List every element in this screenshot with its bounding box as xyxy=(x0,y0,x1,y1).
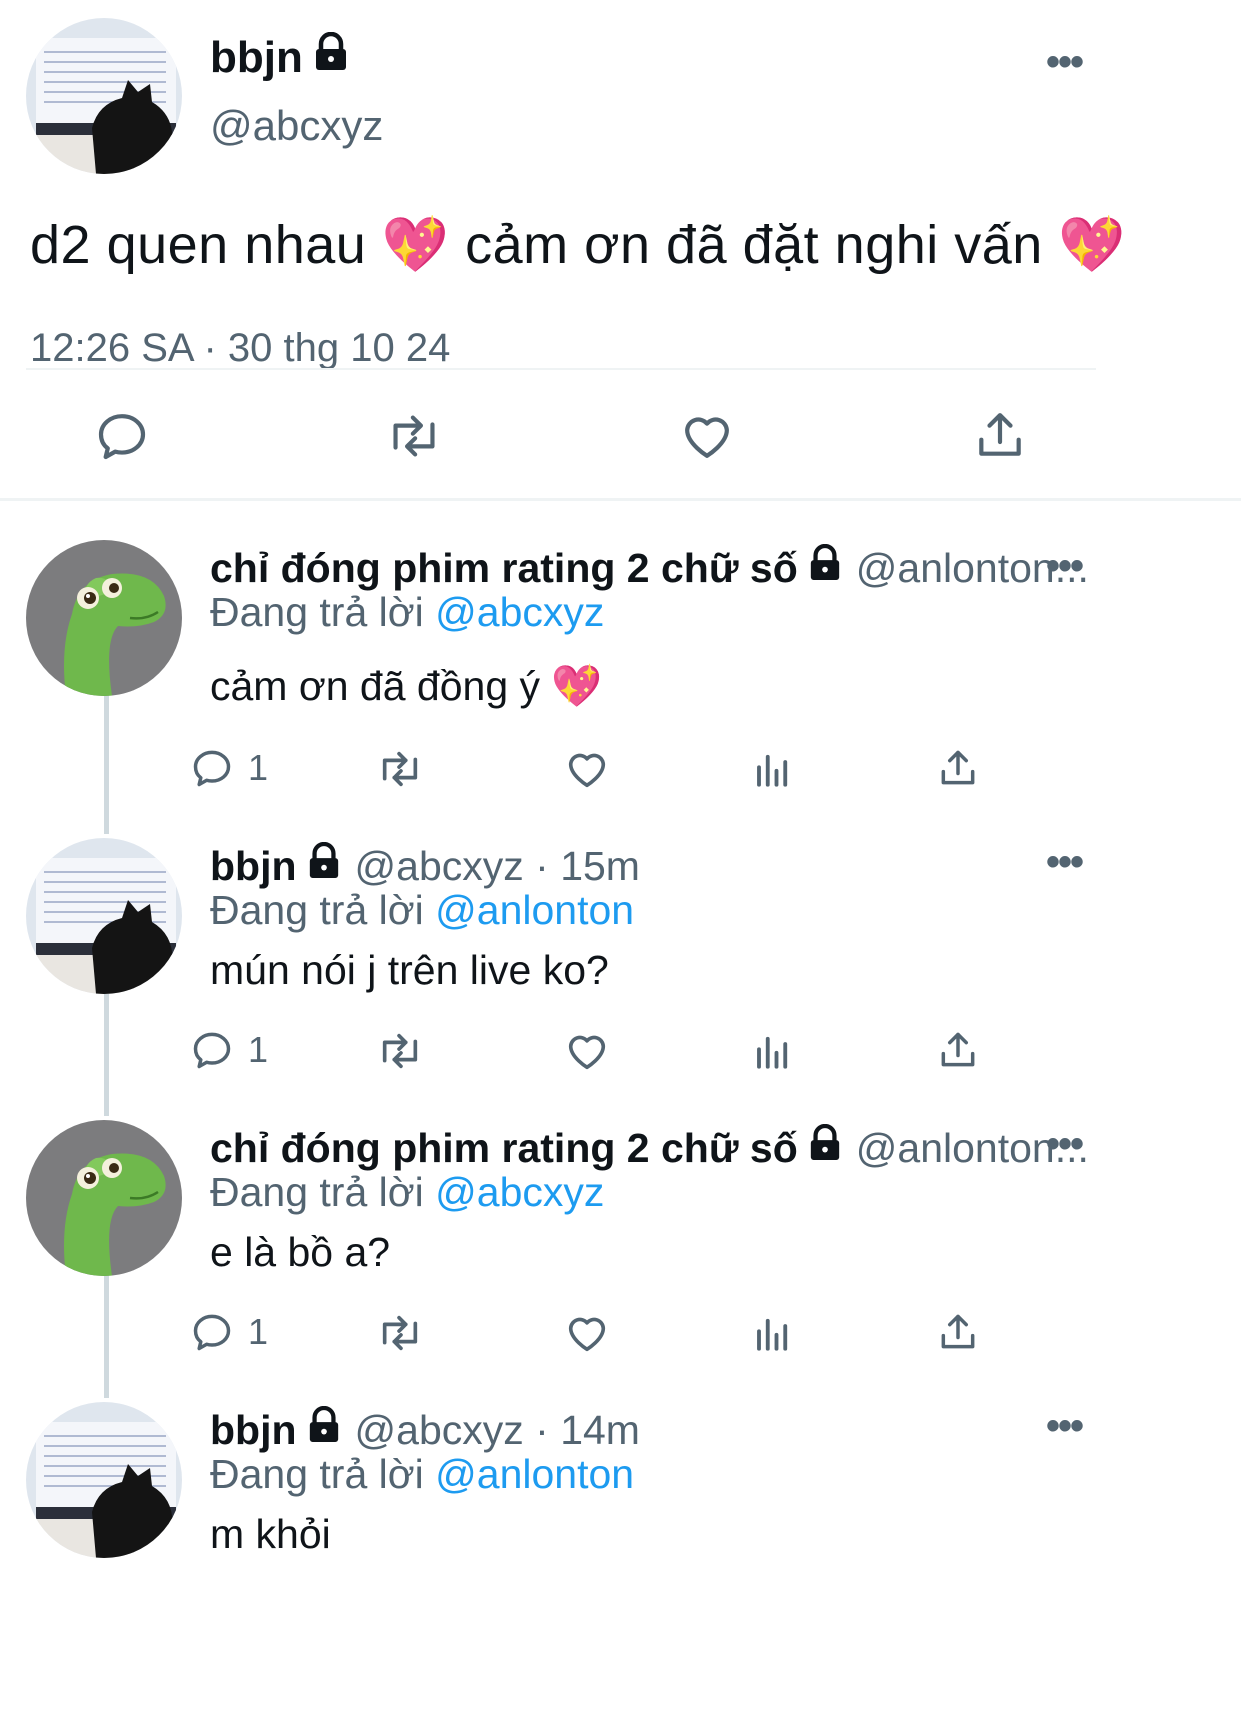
divider xyxy=(0,498,1241,501)
retweet-icon[interactable] xyxy=(384,408,444,469)
lock-icon xyxy=(808,542,842,594)
reply-action[interactable]: 1 xyxy=(190,1310,268,1354)
reply-text: mún nói j trên live ko? xyxy=(210,947,609,993)
views-icon[interactable] xyxy=(752,1312,794,1359)
replying-to: Đang trả lời @anlonton xyxy=(210,1448,634,1500)
replying-prefix: Đang trả lời xyxy=(210,887,424,933)
cat-avatar[interactable] xyxy=(26,838,182,994)
reply-text: m khỏi xyxy=(210,1511,331,1557)
display-name-text[interactable]: bbjn xyxy=(210,30,303,86)
reply-action[interactable]: 1 xyxy=(190,746,268,790)
more-options-icon[interactable]: ••• xyxy=(1046,546,1084,586)
replying-mention[interactable]: @abcxyz xyxy=(435,589,604,635)
views-icon[interactable] xyxy=(752,748,794,795)
like-icon[interactable] xyxy=(564,1028,610,1079)
more-options-icon[interactable]: ••• xyxy=(1046,1124,1084,1164)
replying-mention[interactable]: @anlonton xyxy=(435,1451,634,1497)
replying-mention[interactable]: @abcxyz xyxy=(435,1169,604,1215)
reply-text: cảm ơn đã đồng ý 💖 xyxy=(210,663,603,709)
reply-icon[interactable] xyxy=(190,1028,234,1072)
main-tweet-text: d2 quen nhau 💖 cảm ơn đã đặt nghi vấn 💖 xyxy=(30,215,1127,275)
main-display-name[interactable]: bbjn xyxy=(210,30,349,86)
reply-action[interactable]: 1 xyxy=(190,1028,268,1072)
share-icon[interactable] xyxy=(936,1308,980,1361)
divider xyxy=(26,368,1096,370)
tweet-thread-page: bbjn @abcxyz ••• d2 quen nhau 💖 cảm ơn đ… xyxy=(0,0,1241,1735)
share-icon[interactable] xyxy=(936,1026,980,1079)
thread-line xyxy=(104,982,109,1116)
more-options-icon[interactable]: ••• xyxy=(1046,42,1084,82)
lock-icon xyxy=(808,1122,842,1174)
like-icon[interactable] xyxy=(564,1310,610,1361)
cat-avatar[interactable] xyxy=(26,18,182,174)
retweet-icon[interactable] xyxy=(374,1310,426,1361)
replying-prefix: Đang trả lời xyxy=(210,589,424,635)
dinosaur-avatar[interactable] xyxy=(26,540,182,696)
dinosaur-avatar[interactable] xyxy=(26,1120,182,1276)
replying-mention[interactable]: @anlonton xyxy=(435,887,634,933)
reply-text: e là bồ a? xyxy=(210,1229,391,1275)
reply-icon[interactable] xyxy=(190,746,234,790)
reply-count: 1 xyxy=(248,1029,269,1070)
replying-to: Đang trả lời @anlonton xyxy=(210,884,634,936)
replying-to: Đang trả lời @abcxyz xyxy=(210,586,604,638)
lock-icon xyxy=(313,30,349,86)
retweet-icon[interactable] xyxy=(374,746,426,797)
thread-line xyxy=(104,1264,109,1398)
cat-avatar[interactable] xyxy=(26,1402,182,1558)
more-options-icon[interactable]: ••• xyxy=(1046,1406,1084,1446)
replying-to: Đang trả lời @abcxyz xyxy=(210,1166,604,1218)
reply-icon[interactable] xyxy=(190,1310,234,1354)
share-icon[interactable] xyxy=(972,406,1028,469)
reply-count: 1 xyxy=(248,747,269,788)
reply-icon[interactable] xyxy=(94,408,150,469)
like-icon[interactable] xyxy=(564,746,610,797)
thread-line xyxy=(104,684,109,834)
replying-prefix: Đang trả lời xyxy=(210,1451,424,1497)
views-icon[interactable] xyxy=(752,1030,794,1077)
more-options-icon[interactable]: ••• xyxy=(1046,842,1084,882)
replying-prefix: Đang trả lời xyxy=(210,1169,424,1215)
like-icon[interactable] xyxy=(678,408,736,469)
retweet-icon[interactable] xyxy=(374,1028,426,1079)
share-icon[interactable] xyxy=(936,744,980,797)
reply-count: 1 xyxy=(248,1311,269,1352)
main-handle[interactable]: @abcxyz xyxy=(210,98,383,154)
